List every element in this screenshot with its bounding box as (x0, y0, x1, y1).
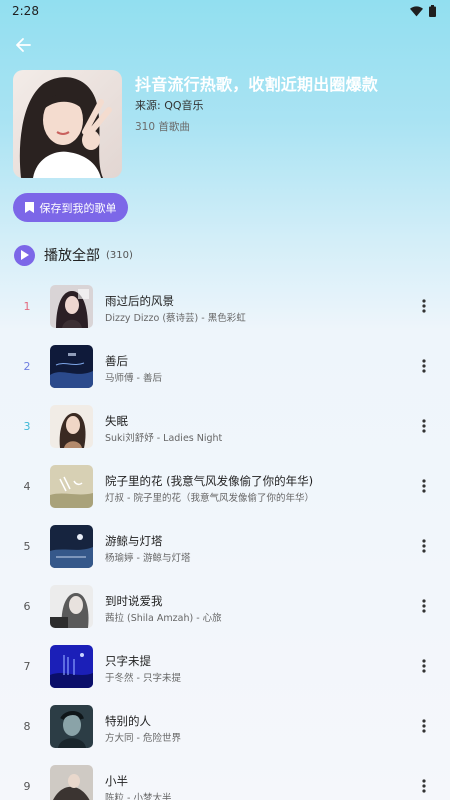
song-row[interactable]: 6 到时说爱我 茜拉 (Shila Amzah) - 心旅 (0, 576, 450, 636)
song-index: 7 (23, 659, 31, 673)
playlist-cover (13, 70, 122, 178)
song-index: 9 (23, 779, 31, 793)
more-vertical-icon (422, 419, 426, 433)
more-options-button[interactable] (414, 594, 434, 618)
song-thumbnail (50, 525, 93, 568)
more-options-button[interactable] (414, 474, 434, 498)
song-title: 小半 (105, 774, 128, 788)
song-artist-album: Dizzy Dizzo (蔡诗芸) - 黑色彩虹 (105, 313, 246, 324)
song-index: 3 (23, 419, 31, 433)
song-index: 5 (23, 539, 31, 553)
song-thumbnail (50, 405, 93, 448)
back-button[interactable] (10, 32, 36, 58)
arrow-left-icon (16, 38, 31, 52)
song-artist-album: 灯叔 - 院子里的花（我意气风发像偷了你的年华） (105, 493, 314, 504)
save-button-label: 保存到我的歌单 (39, 201, 117, 215)
status-time: 2:28 (12, 4, 39, 18)
song-thumbnail (50, 285, 93, 328)
song-index: 6 (23, 599, 31, 613)
song-artist-album: 杨瑜婷 - 游鲸与灯塔 (105, 553, 191, 564)
song-title: 失眠 (105, 414, 128, 428)
song-title: 特别的人 (105, 714, 151, 728)
more-vertical-icon (422, 599, 426, 613)
more-options-button[interactable] (414, 354, 434, 378)
save-to-my-playlist-button[interactable]: 保存到我的歌单 (13, 193, 128, 222)
song-artist-album: 茜拉 (Shila Amzah) - 心旅 (105, 613, 222, 624)
playlist-song-count: 310 首歌曲 (135, 121, 190, 133)
song-title: 善后 (105, 354, 128, 368)
song-artist-album: Suki刘舒妤 - Ladies Night (105, 433, 223, 444)
song-index: 4 (23, 479, 31, 493)
more-options-button[interactable] (414, 414, 434, 438)
song-list: 1 雨过后的风景 Dizzy Dizzo (蔡诗芸) - 黑色彩虹 2 善后 马… (0, 276, 450, 800)
play-all-label: 播放全部 (44, 248, 100, 264)
more-vertical-icon (422, 479, 426, 493)
more-vertical-icon (422, 539, 426, 553)
play-all-button[interactable]: 播放全部 (310) (14, 244, 133, 266)
battery-icon (429, 5, 436, 17)
more-vertical-icon (422, 779, 426, 793)
more-vertical-icon (422, 299, 426, 313)
song-title: 到时说爱我 (105, 594, 163, 608)
song-row[interactable]: 7 只字未提 于冬然 - 只字未提 (0, 636, 450, 696)
song-title: 院子里的花 (我意气风发像偷了你的年华) (105, 474, 314, 488)
song-row[interactable]: 4 院子里的花 (我意气风发像偷了你的年华) 灯叔 - 院子里的花（我意气风发像… (0, 456, 450, 516)
song-thumbnail (50, 705, 93, 748)
song-row[interactable]: 8 特别的人 方大同 - 危险世界 (0, 696, 450, 756)
more-vertical-icon (422, 359, 426, 373)
song-row[interactable]: 9 小半 陈粒 - 小梦大半 (0, 756, 450, 800)
more-vertical-icon (422, 659, 426, 673)
more-options-button[interactable] (414, 534, 434, 558)
more-options-button[interactable] (414, 774, 434, 798)
more-options-button[interactable] (414, 654, 434, 678)
song-artist-album: 马师傅 - 善后 (105, 373, 162, 384)
song-index: 8 (23, 719, 31, 733)
song-row[interactable]: 5 游鲸与灯塔 杨瑜婷 - 游鲸与灯塔 (0, 516, 450, 576)
wifi-icon (410, 5, 423, 16)
more-options-button[interactable] (414, 714, 434, 738)
song-row[interactable]: 3 失眠 Suki刘舒妤 - Ladies Night (0, 396, 450, 456)
song-index: 2 (23, 359, 31, 373)
status-bar: 2:28 (0, 0, 450, 22)
play-all-count: (310) (106, 249, 133, 261)
song-artist-album: 陈粒 - 小梦大半 (105, 793, 172, 800)
status-icons (410, 5, 436, 17)
song-artist-album: 方大同 - 危险世界 (105, 733, 181, 744)
song-thumbnail (50, 345, 93, 388)
bookmark-icon (24, 202, 34, 213)
more-vertical-icon (422, 719, 426, 733)
playlist-title: 抖音流行热歌，收割近期出圈爆款 (135, 75, 379, 94)
playlist-source: 来源: QQ音乐 (135, 99, 204, 112)
song-thumbnail (50, 465, 93, 508)
song-row[interactable]: 2 善后 马师傅 - 善后 (0, 336, 450, 396)
song-thumbnail (50, 645, 93, 688)
song-index: 1 (23, 299, 31, 313)
play-icon (14, 244, 35, 266)
song-title: 雨过后的风景 (105, 294, 174, 308)
song-thumbnail (50, 585, 93, 628)
song-title: 游鲸与灯塔 (105, 534, 163, 548)
song-thumbnail (50, 765, 93, 800)
song-row[interactable]: 1 雨过后的风景 Dizzy Dizzo (蔡诗芸) - 黑色彩虹 (0, 276, 450, 336)
song-title: 只字未提 (105, 654, 151, 668)
song-artist-album: 于冬然 - 只字未提 (105, 673, 181, 684)
more-options-button[interactable] (414, 294, 434, 318)
